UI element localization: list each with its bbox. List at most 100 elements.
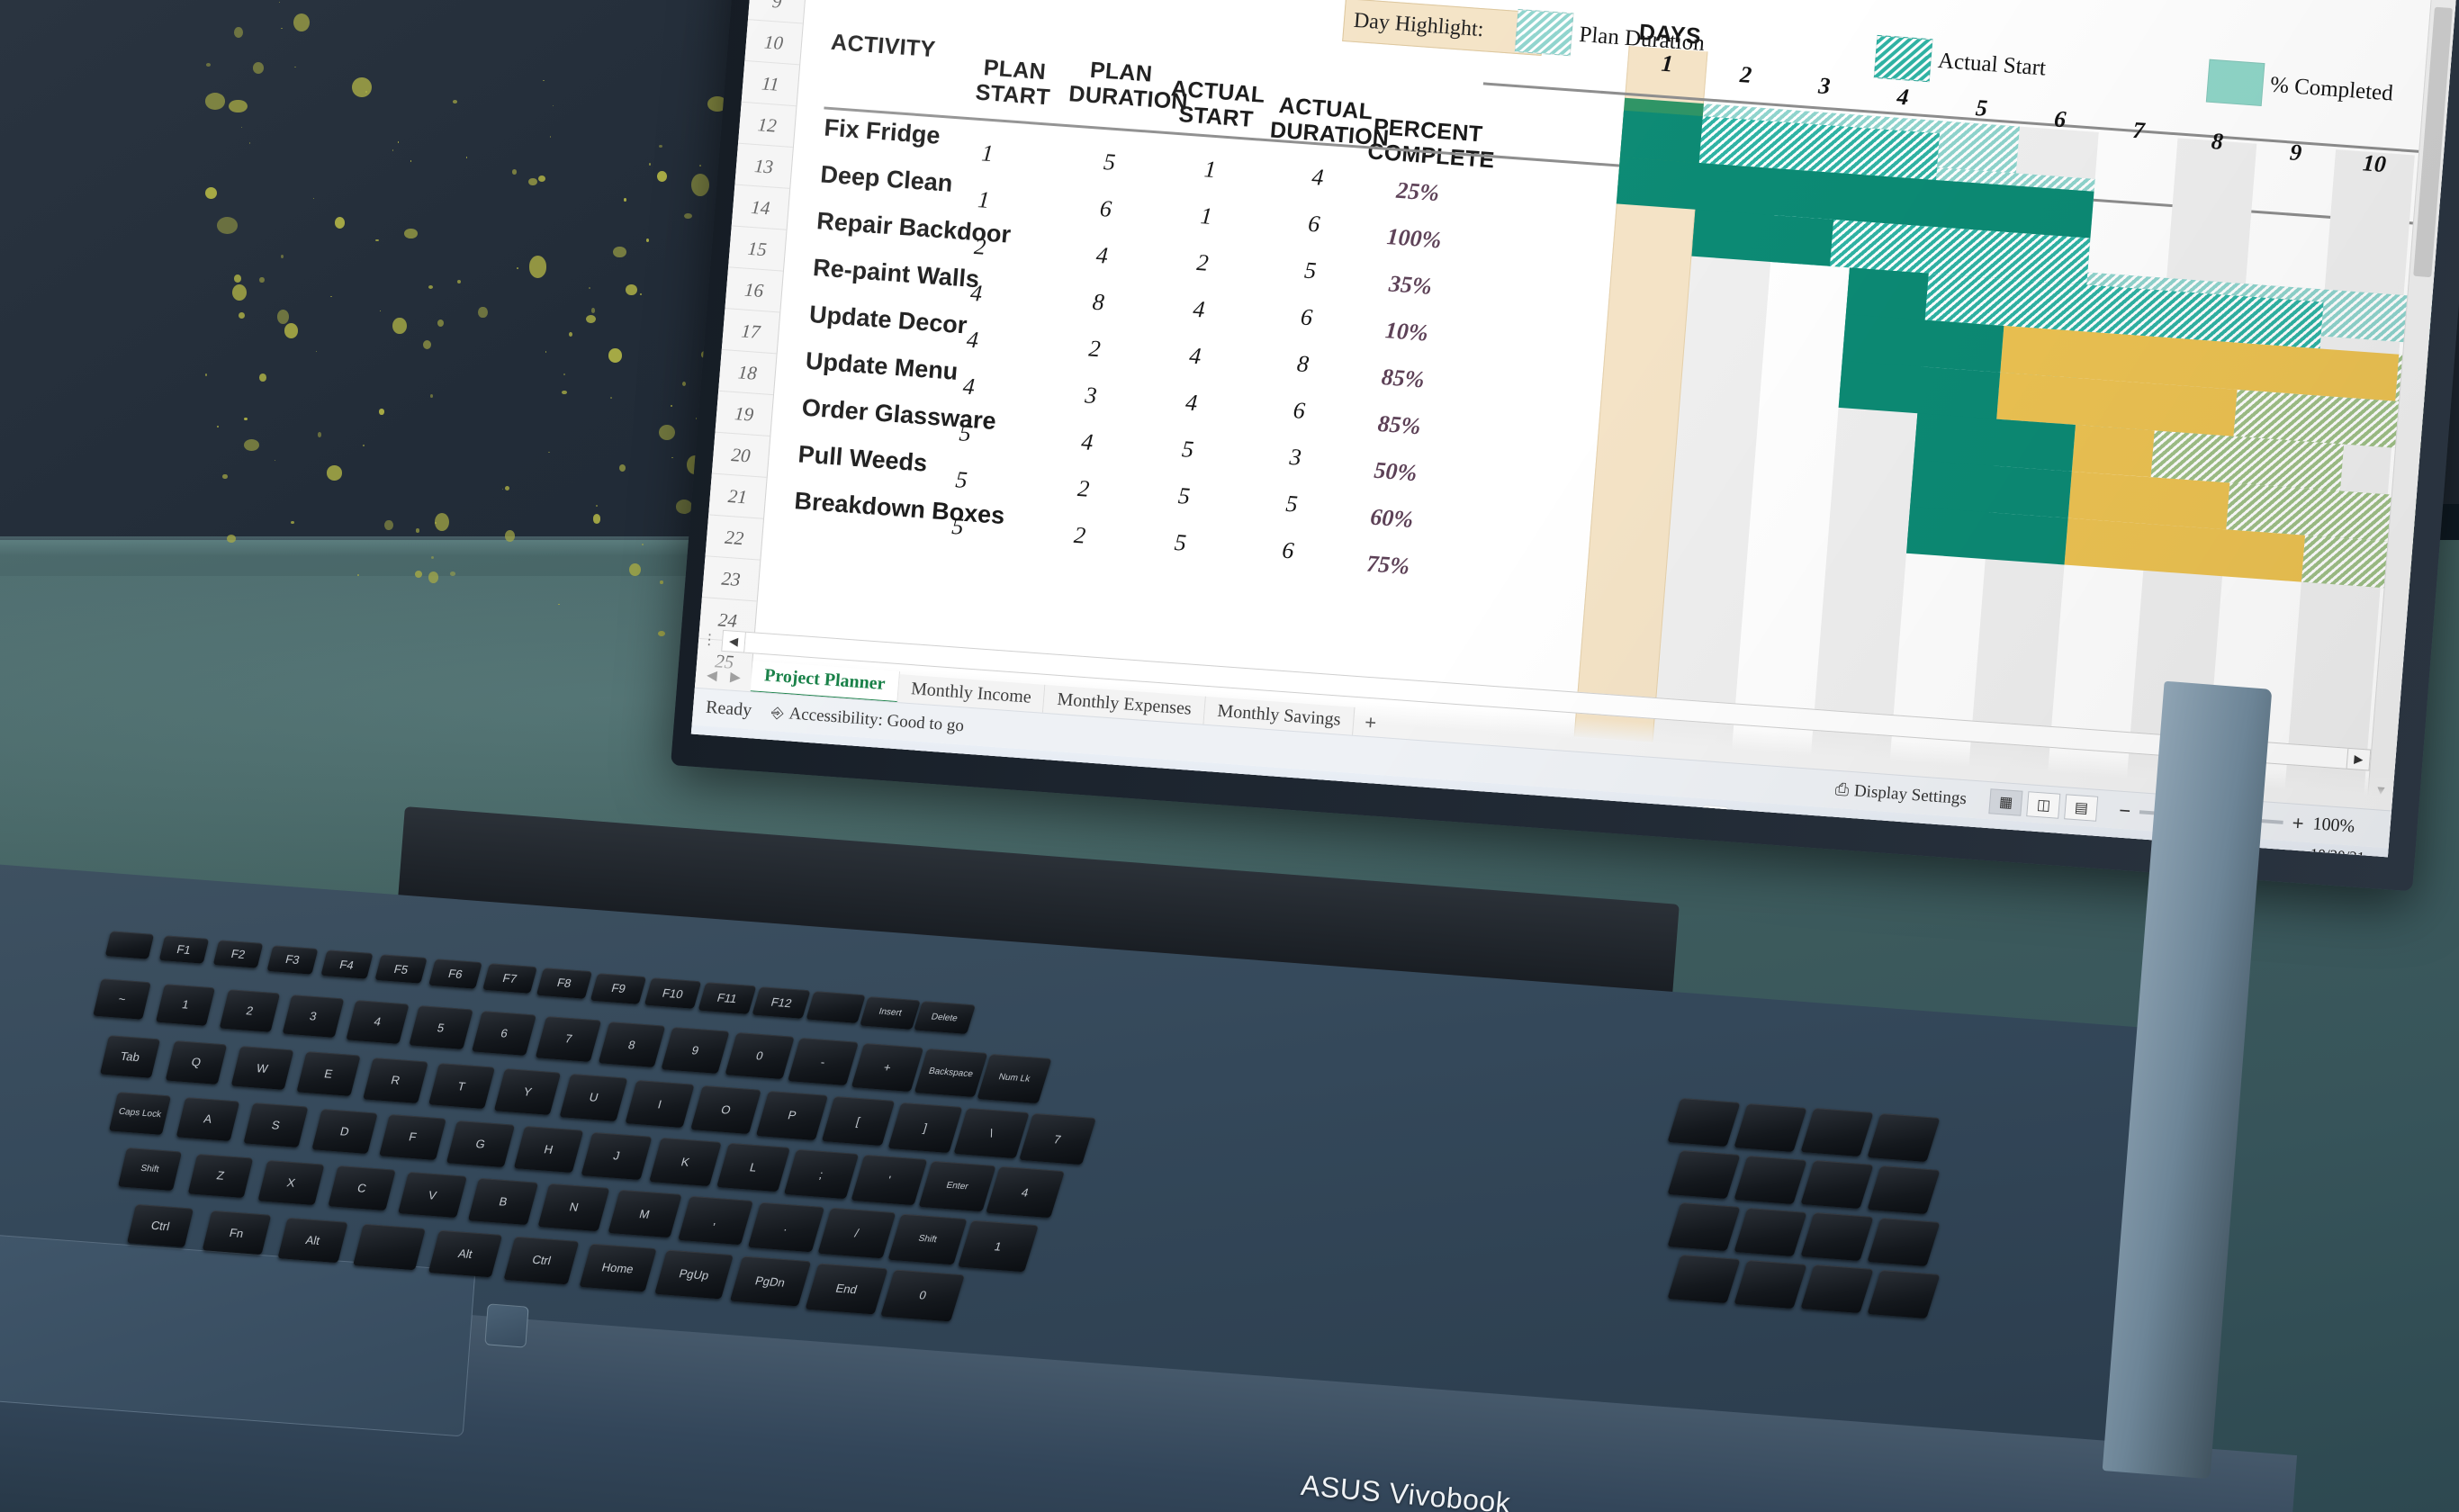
row-header-12[interactable]: 12 [738, 102, 797, 148]
keyboard-key-0[interactable]: 0 [880, 1269, 966, 1322]
keyboard-key-f11[interactable]: F11 [698, 982, 757, 1014]
keyboard-key-shift[interactable]: Shift [117, 1148, 182, 1192]
keyboard-key-[interactable]: ; [783, 1148, 860, 1200]
numpad-key[interactable] [1800, 1160, 1874, 1210]
keyboard-key-[interactable]: / [817, 1208, 896, 1259]
keyboard-key-fn[interactable]: Fn [202, 1210, 272, 1256]
keyboard-key-shift[interactable]: Shift [887, 1213, 968, 1265]
row-header-11[interactable]: 11 [741, 60, 800, 107]
keyboard-key-b[interactable]: B [467, 1177, 539, 1225]
numpad-key[interactable] [1800, 1264, 1874, 1314]
keyboard-key-f[interactable]: F [378, 1114, 446, 1161]
keyboard-key-m[interactable]: M [608, 1189, 682, 1238]
numpad-key[interactable] [1667, 1149, 1741, 1200]
row-header-22[interactable]: 22 [705, 515, 764, 561]
keyboard-key-f7[interactable]: F7 [482, 963, 537, 994]
keyboard-key-q[interactable]: Q [165, 1040, 228, 1084]
row-header-17[interactable]: 17 [721, 309, 780, 355]
keyboard-key-g[interactable]: G [446, 1120, 515, 1167]
keyboard-key-delete[interactable]: Delete [914, 1000, 976, 1034]
numpad-key[interactable] [1734, 1102, 1807, 1152]
keyboard-key-[interactable]: - [788, 1038, 859, 1086]
numpad-key[interactable] [1667, 1202, 1741, 1252]
keyboard-key-pgup[interactable]: PgUp [654, 1249, 734, 1300]
keyboard-key-f2[interactable]: F2 [212, 940, 264, 969]
keyboard-key-4[interactable]: 4 [345, 1000, 409, 1044]
keyboard-key-f5[interactable]: F5 [374, 954, 428, 985]
keyboard-key-e[interactable]: E [296, 1051, 361, 1097]
row-header-10[interactable]: 10 [744, 20, 803, 66]
keyboard-key-f10[interactable]: F10 [644, 977, 702, 1009]
keyboard-key-r[interactable]: R [362, 1057, 428, 1103]
keyboard-key-1[interactable]: 1 [156, 984, 216, 1026]
keyboard-key-ctrl[interactable]: Ctrl [503, 1237, 580, 1285]
keyboard-key-c[interactable]: C [328, 1166, 396, 1211]
keyboard-key-5[interactable]: 5 [409, 1005, 473, 1050]
keyboard-key-home[interactable]: Home [579, 1243, 657, 1292]
keyboard-key-num-lk[interactable]: Num Lk [977, 1054, 1052, 1104]
row-header-18[interactable]: 18 [718, 349, 777, 396]
row-header-15[interactable]: 15 [728, 226, 787, 272]
keyboard-key-2[interactable]: 2 [219, 989, 280, 1032]
keyboard-key-z[interactable]: Z [187, 1153, 254, 1198]
row-header-21[interactable]: 21 [708, 473, 767, 519]
keyboard-key-7[interactable]: 7 [535, 1016, 602, 1062]
keyboard-key-u[interactable]: U [559, 1074, 628, 1122]
keyboard-key[interactable] [104, 931, 154, 959]
keyboard-key-s[interactable]: S [243, 1102, 309, 1148]
numpad-key[interactable] [1867, 1217, 1941, 1266]
keyboard-key-[interactable]: . [747, 1202, 824, 1252]
keyboard-key-6[interactable]: 6 [472, 1011, 537, 1057]
numpad-key[interactable] [1867, 1165, 1941, 1214]
row-header-20[interactable]: 20 [711, 432, 770, 478]
keyboard-key-tab[interactable]: Tab [99, 1034, 161, 1078]
keyboard-key-x[interactable]: X [257, 1159, 325, 1205]
keyboard-key-y[interactable]: Y [493, 1068, 562, 1116]
keyboard-key-f6[interactable]: F6 [428, 958, 482, 989]
numpad-key[interactable] [1734, 1155, 1807, 1204]
keyboard-key-f4[interactable]: F4 [320, 950, 374, 979]
keyboard-key-k[interactable]: K [648, 1137, 722, 1186]
row-header-19[interactable]: 19 [715, 391, 773, 437]
keyboard-key-v[interactable]: V [398, 1171, 468, 1219]
scroll-up-icon[interactable]: ▲ [2431, 0, 2457, 3]
keyboard-key-[interactable]: ] [887, 1102, 962, 1153]
keyboard-key-[interactable]: ' [851, 1155, 928, 1206]
numpad-key[interactable] [1867, 1269, 1941, 1318]
keyboard-key-[interactable]: \ [952, 1107, 1030, 1159]
keyboard-key-o[interactable]: O [690, 1084, 762, 1134]
keyboard-key-4[interactable]: 4 [986, 1166, 1066, 1219]
numpad-key[interactable] [1667, 1097, 1741, 1148]
keyboard-key-[interactable]: , [678, 1195, 753, 1246]
keyboard-key-ctrl[interactable]: Ctrl [126, 1203, 194, 1248]
keyboard-key-9[interactable]: 9 [661, 1027, 731, 1075]
keyboard-key-pgdn[interactable]: PgDn [729, 1256, 811, 1307]
scroll-right-icon[interactable]: ▶ [2346, 747, 2372, 771]
keyboard-key-backspace[interactable]: Backspace [914, 1048, 987, 1098]
keyboard-key-caps-lock[interactable]: Caps Lock [108, 1091, 171, 1135]
keyboard-keys[interactable]: F1 F2 F3 F4 F5 F6 F7 F8 F9 F10 F11 F12 Insert Delete ~… [0, 684, 2304, 1512]
keyboard-key-a[interactable]: A [176, 1096, 240, 1141]
keyboard-key-3[interactable]: 3 [282, 994, 345, 1039]
keyboard-key-1[interactable]: 1 [958, 1220, 1039, 1272]
keyboard-key-i[interactable]: I [625, 1079, 695, 1128]
keyboard-key-[interactable] [353, 1223, 426, 1270]
keyboard-key-f9[interactable]: F9 [590, 972, 647, 1004]
row-header-23[interactable]: 23 [701, 556, 761, 602]
keyboard-key-[interactable]: ~ [93, 978, 152, 1021]
numpad-key[interactable] [1734, 1207, 1807, 1256]
keyboard-key-d[interactable]: D [311, 1108, 378, 1155]
numpad-key[interactable] [1800, 1108, 1874, 1157]
row-header-14[interactable]: 14 [731, 184, 790, 230]
keyboard-key-[interactable]: + [851, 1043, 923, 1093]
keyboard-key-8[interactable]: 8 [598, 1022, 666, 1068]
keyboard-key-t[interactable]: T [428, 1062, 495, 1110]
keyboard-key-0[interactable]: 0 [725, 1032, 795, 1080]
numpad-key[interactable] [1800, 1212, 1874, 1262]
keyboard-key-end[interactable]: End [805, 1263, 888, 1315]
keyboard-key-f8[interactable]: F8 [536, 968, 592, 999]
scroll-left-icon[interactable]: ◀ [721, 629, 747, 653]
numpad-key[interactable] [1734, 1259, 1807, 1309]
keyboard-key-w[interactable]: W [230, 1046, 294, 1091]
keyboard-key-h[interactable]: H [513, 1126, 584, 1174]
